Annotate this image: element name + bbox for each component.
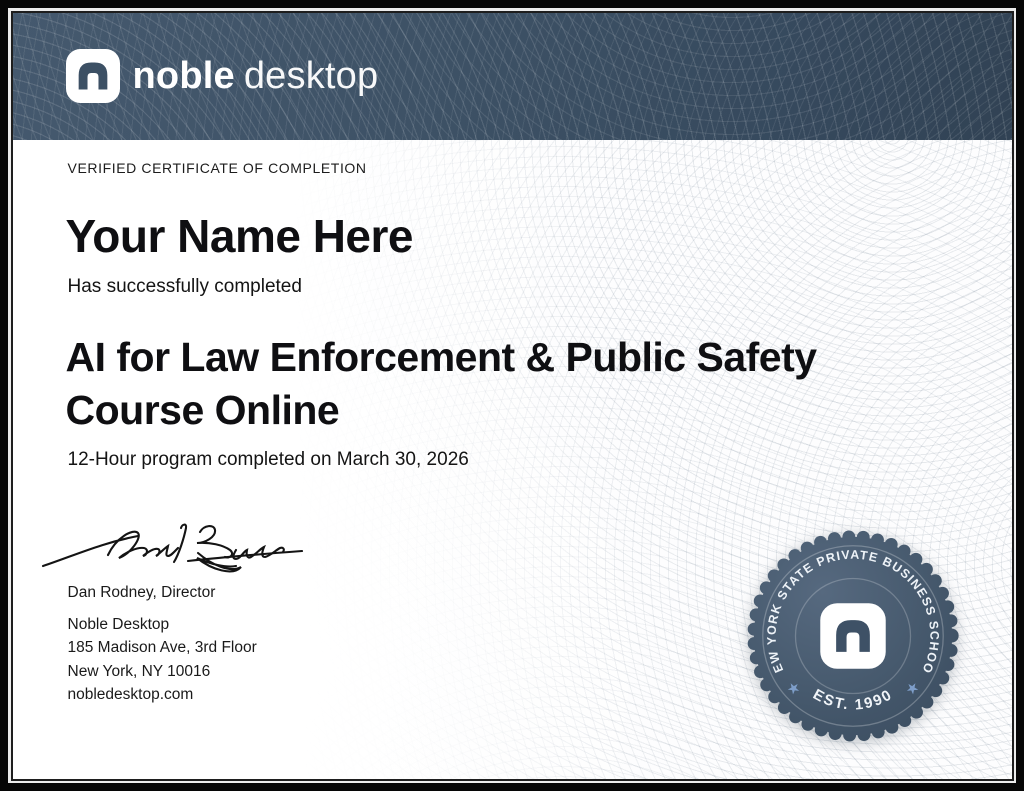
signature-handwriting [41,523,303,572]
certificate-page: noble desktop VERIFIED CERTIFICATE OF COM… [0,0,1024,791]
brand-lockup: noble desktop [65,49,379,103]
header-band: noble desktop [13,12,1012,140]
brand-word-noble: noble [132,54,235,97]
org-name: Noble Desktop [67,615,170,633]
course-title-line2: Course Online [65,386,340,433]
program-details-line: 12-Hour program completed on March 30, 2… [67,448,469,470]
certificate-body: noble desktop VERIFIED CERTIFICATE OF COM… [10,10,1014,781]
course-title: AI for Law Enforcement & Public Safety C… [65,331,818,437]
brand-word-desktop: desktop [243,54,379,97]
org-website: nobledesktop.com [67,686,194,703]
signer-name-title: Dan Rodney, Director [67,583,216,601]
completed-line: Has successfully completed [67,275,302,297]
org-address-block: Noble Desktop 185 Madison Ave, 3rd Floor… [68,613,257,707]
seal-center-n-logo-icon [819,602,886,669]
org-address-line2: New York, NY 10016 [67,662,211,680]
course-title-line1: AI for Law Enforcement & Public Safety [65,333,818,380]
brand-wordmark: noble desktop [133,55,379,98]
noble-desktop-n-logo-icon [65,49,120,103]
org-address-line1: 185 Madison Ave, 3rd Floor [67,639,257,656]
verified-certificate-label: VERIFIED CERTIFICATE OF COMPLETION [67,159,367,176]
accreditation-seal: NEW YORK STATE PRIVATE BUSINESS SCHOOL E… [746,529,959,742]
recipient-name: Your Name Here [65,209,414,262]
certificate-frame: noble desktop VERIFIED CERTIFICATE OF COM… [8,8,1016,783]
